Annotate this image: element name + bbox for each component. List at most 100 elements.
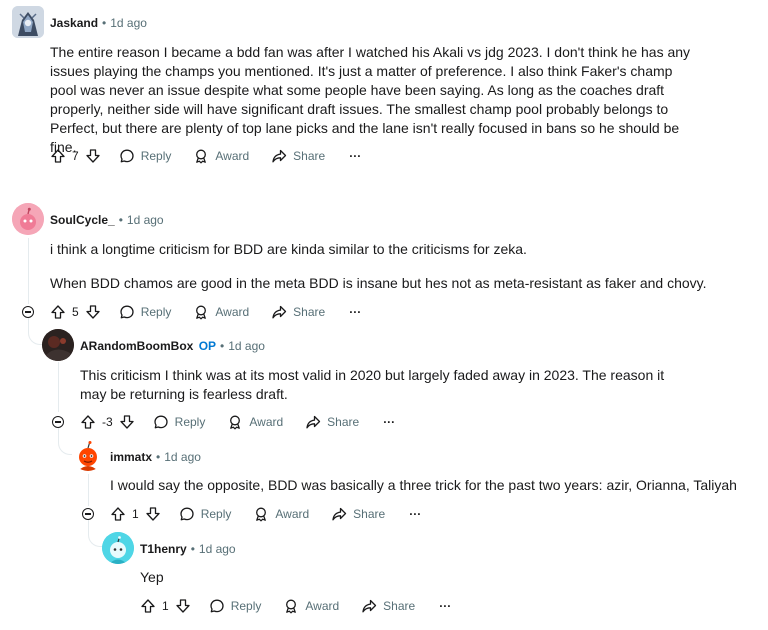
comment-body: Yep (140, 569, 164, 585)
reply-button[interactable]: Reply (179, 506, 231, 522)
username[interactable]: Jaskand (50, 16, 98, 30)
upvote-icon (51, 149, 65, 163)
timestamp[interactable]: 1d ago (199, 542, 236, 556)
downvote-icon (176, 599, 190, 613)
share-button[interactable]: Share (331, 506, 385, 522)
downvote-icon (86, 305, 100, 319)
comment-meta: Jaskand • 1d ago (50, 16, 147, 30)
upvote-icon (81, 415, 95, 429)
award-icon (196, 149, 207, 164)
timestamp[interactable]: 1d ago (164, 450, 201, 464)
share-button[interactable]: Share (271, 304, 325, 320)
award-icon (230, 415, 241, 430)
collapse-thread-button[interactable] (22, 306, 34, 318)
downvote-button[interactable] (145, 506, 161, 522)
award-button[interactable]: Award (193, 148, 249, 164)
upvote-button[interactable] (80, 414, 96, 430)
share-icon (332, 507, 347, 521)
reply-button[interactable]: Reply (119, 148, 171, 164)
comment-actions: 1 Reply Award Share ··· (110, 502, 421, 526)
downvote-icon (120, 415, 134, 429)
upvote-button[interactable] (50, 304, 66, 320)
comment-body: This criticism I think was at its most v… (80, 367, 665, 402)
timestamp[interactable]: 1d ago (127, 213, 164, 227)
award-button[interactable]: Award (193, 304, 249, 320)
avatar[interactable] (42, 329, 74, 361)
more-options-button[interactable]: ··· (349, 305, 361, 319)
more-icon: ··· (349, 149, 362, 163)
timestamp[interactable]: 1d ago (228, 339, 265, 353)
comment-body: i think a longtime criticism for BDD are… (50, 241, 707, 291)
timestamp[interactable]: 1d ago (110, 16, 147, 30)
comment-bubble-icon (154, 415, 168, 429)
more-options-button[interactable]: ··· (409, 507, 421, 521)
collapse-thread-button[interactable] (52, 416, 64, 428)
reply-button[interactable]: Reply (209, 598, 261, 614)
more-icon: ··· (349, 305, 362, 319)
reply-button[interactable]: Reply (153, 414, 205, 430)
share-button[interactable]: Share (271, 148, 325, 164)
award-icon (196, 305, 207, 320)
upvote-button[interactable] (110, 506, 126, 522)
vote-count: 1 (132, 507, 139, 521)
more-icon: ··· (439, 599, 452, 613)
op-badge: OP (198, 339, 217, 353)
comment-body: The entire reason I became a bdd fan was… (50, 44, 691, 155)
downvote-icon (86, 149, 100, 163)
comment-actions: 1 Reply Award Share ··· (140, 594, 451, 618)
username[interactable]: immatx (110, 450, 152, 464)
downvote-button[interactable] (85, 148, 101, 164)
thread-line (28, 238, 29, 304)
upvote-icon (141, 599, 155, 613)
comment-bubble-icon (120, 149, 134, 163)
upvote-icon (51, 305, 65, 319)
downvote-button[interactable] (85, 304, 101, 320)
share-icon (272, 305, 287, 319)
comment-meta: ARandomBoomBox OP • 1d ago (80, 339, 265, 353)
upvote-button[interactable] (140, 598, 156, 614)
thread-line (58, 362, 59, 412)
avatar[interactable] (12, 203, 44, 235)
comment-bubble-icon (180, 507, 194, 521)
more-icon: ··· (409, 507, 422, 521)
share-icon (306, 415, 321, 429)
award-button[interactable]: Award (253, 506, 309, 522)
share-button[interactable]: Share (361, 598, 415, 614)
more-options-button[interactable]: ··· (349, 149, 361, 163)
comment-bubble-icon (210, 599, 224, 613)
username[interactable]: ARandomBoomBox (80, 339, 193, 353)
share-icon (272, 149, 287, 163)
award-icon (256, 507, 267, 522)
more-options-button[interactable]: ··· (439, 599, 451, 613)
comment-meta: SoulCycle_ • 1d ago (50, 213, 164, 227)
upvote-button[interactable] (50, 148, 66, 164)
vote-count: -3 (102, 415, 113, 429)
thread-connector (58, 428, 73, 455)
username[interactable]: T1henry (140, 542, 187, 556)
reply-button[interactable]: Reply (119, 304, 171, 320)
avatar[interactable] (12, 6, 44, 38)
downvote-button[interactable] (119, 414, 135, 430)
more-options-button[interactable]: ··· (383, 415, 395, 429)
comment-meta: immatx • 1d ago (110, 450, 201, 464)
collapse-thread-button[interactable] (82, 508, 94, 520)
avatar[interactable] (102, 532, 134, 564)
thread-line (88, 474, 89, 506)
comment-actions: -3 Reply Award Share ··· (80, 410, 395, 434)
comment-actions: 7 Reply Award Share ··· (50, 144, 361, 168)
comment-body: I would say the opposite, BDD was basica… (110, 477, 737, 493)
award-button[interactable]: Award (227, 414, 283, 430)
comment-bubble-icon (120, 305, 134, 319)
award-button[interactable]: Award (283, 598, 339, 614)
avatar[interactable] (72, 439, 104, 471)
downvote-icon (146, 507, 160, 521)
upvote-icon (111, 507, 125, 521)
share-icon (362, 599, 377, 613)
award-icon (286, 599, 297, 614)
downvote-button[interactable] (175, 598, 191, 614)
username[interactable]: SoulCycle_ (50, 213, 115, 227)
share-button[interactable]: Share (305, 414, 359, 430)
comment-actions: 5 Reply Award Share ··· (50, 300, 361, 324)
thread-connector (88, 520, 103, 547)
thread-connector (28, 318, 43, 345)
